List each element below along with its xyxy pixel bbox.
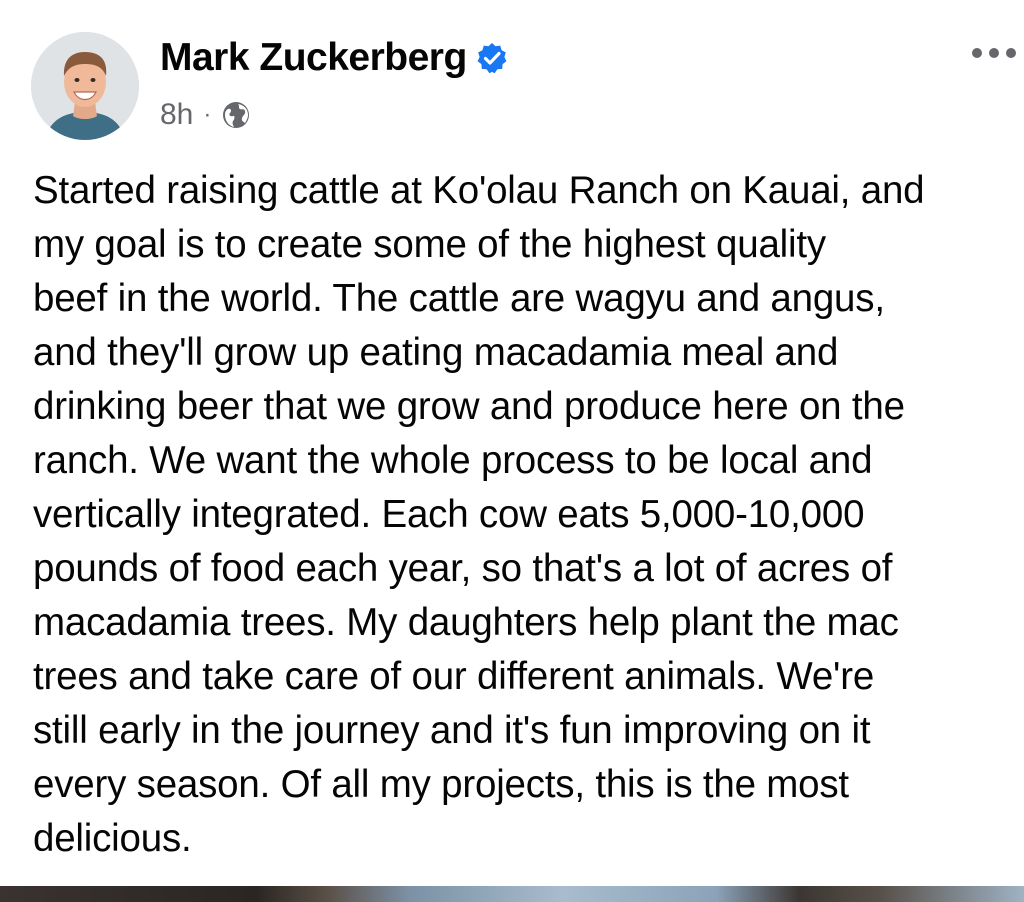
- facebook-post: Mark Zuckerberg 8h · Started raising cat…: [0, 0, 1024, 902]
- meta-separator: ·: [203, 101, 212, 128]
- avatar-photo-icon: [31, 32, 139, 140]
- more-options-dot: [989, 48, 999, 58]
- post-body-text: Started raising cattle at Ko'olau Ranch …: [33, 169, 925, 860]
- post-media-preview[interactable]: [0, 886, 1024, 902]
- post-meta: 8h ·: [160, 98, 251, 132]
- more-options-button[interactable]: [972, 40, 1016, 66]
- post-time[interactable]: 8h: [160, 98, 193, 132]
- author-avatar[interactable]: [31, 32, 139, 140]
- more-options-dot: [972, 48, 982, 58]
- author-name-row: Mark Zuckerberg: [160, 36, 509, 80]
- verified-badge-icon: [475, 41, 509, 75]
- author-name[interactable]: Mark Zuckerberg: [160, 36, 467, 80]
- globe-icon[interactable]: [221, 100, 251, 130]
- more-options-dot: [1006, 48, 1016, 58]
